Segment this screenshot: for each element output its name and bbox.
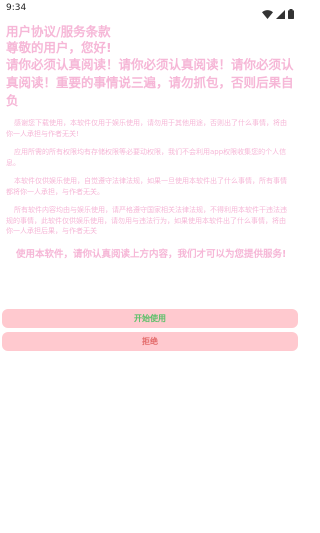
greeting-text: 尊敬的用户，您好! xyxy=(6,40,112,55)
status-time: 9:34 xyxy=(6,3,27,13)
agreement-content: 用户协议/服务条款 尊敬的用户，您好! 请你必须认真阅读！请你必须认真阅读！请你… xyxy=(6,24,296,261)
start-button[interactable]: 开始使用 xyxy=(2,309,298,328)
wifi-icon xyxy=(262,4,273,23)
closing-text: 使用本软件，请你认真阅读上方内容，我们才可以为您提供服务! xyxy=(16,248,287,260)
warning-text: 请你必须认真阅读！请你必须认真阅读！请你必须认真阅读！重要的事情说三遍，请勿抓包… xyxy=(6,57,294,108)
paragraph-4: 所有软件内容均由与娱乐使用，请严格遵守国家相关法律法规，不得利用本软件干违法违规… xyxy=(6,206,287,235)
status-icons xyxy=(262,4,294,23)
status-bar: 9:34 xyxy=(0,0,300,20)
paragraph-2: 应用所需的所有权限均有存储权限等必要动权限，我们不会利用app权限收集您的个人信… xyxy=(6,148,287,167)
paragraph-1: 感谢您下载使用，本软件仅用于娱乐使用，请勿用于其他用途，否则出了什么事情，将由你… xyxy=(6,119,287,138)
signal-icon xyxy=(276,4,285,23)
paragraph-3: 本软件仅供娱乐使用，自觉遵守法律法规，如果一旦使用本软件出了什么事情，所有事情都… xyxy=(6,177,287,196)
reject-button[interactable]: 拒绝 xyxy=(2,332,298,351)
agreement-title: 用户协议/服务条款 xyxy=(6,24,111,39)
battery-icon xyxy=(288,4,294,23)
